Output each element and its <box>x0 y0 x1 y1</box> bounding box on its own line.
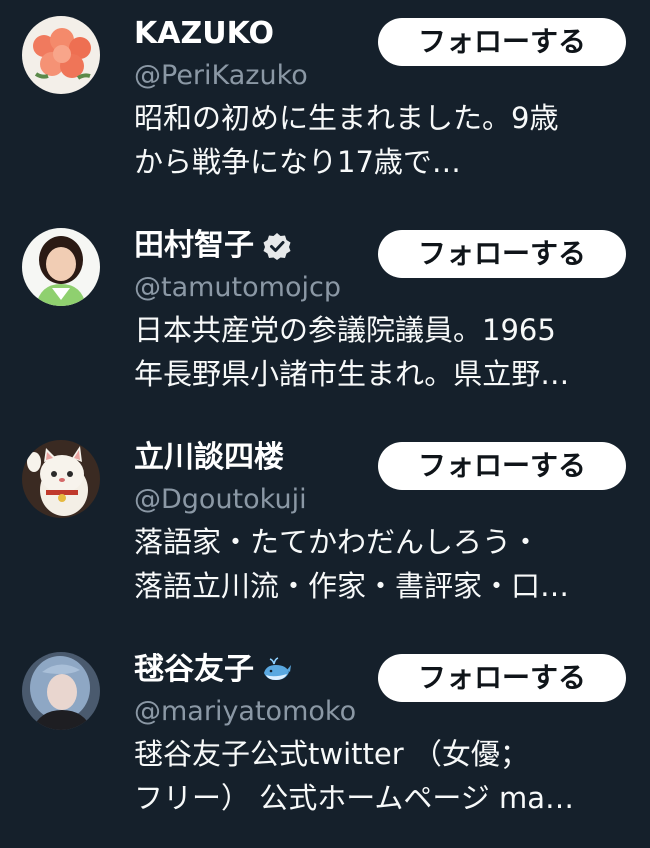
display-name-row: 立川談四楼 <box>134 438 284 478</box>
display-name-row: 毬谷友子 <box>134 650 292 690</box>
bio-line: 日本共産党の参議院議員。1965 <box>134 313 556 347</box>
bio-line: フリー） 公式ホームページ ma… <box>134 781 575 815</box>
bio-line: 落語立川流・作家・書評家・口… <box>134 569 570 603</box>
bio-line: 毬谷友子公式twitter （女優； <box>134 737 529 771</box>
avatar[interactable] <box>22 652 100 730</box>
bio-line: 年長野県小諸市生まれ。県立野… <box>134 357 570 391</box>
avatar[interactable] <box>22 228 100 306</box>
user-handle[interactable]: @mariyatomoko <box>134 694 356 730</box>
portrait-avatar <box>22 228 100 306</box>
avatar[interactable] <box>22 16 100 94</box>
user-suggestion-item[interactable]: KAZUKO @PeriKazuko 昭和の初めに生まれました。9歳 から戦争に… <box>0 0 650 212</box>
verified-badge-icon <box>262 231 292 261</box>
rose-bouquet-avatar <box>22 16 100 94</box>
display-name-row: KAZUKO <box>134 14 274 54</box>
display-name[interactable]: 立川談四楼 <box>134 438 284 478</box>
follow-button[interactable]: フォローする <box>378 18 626 66</box>
user-bio: 落語家・たてかわだんしろう・ 落語立川流・作家・書評家・口… <box>134 520 634 608</box>
bio-line: 昭和の初めに生まれました。9歳 <box>134 101 559 135</box>
display-name[interactable]: KAZUKO <box>134 14 274 54</box>
follow-button[interactable]: フォローする <box>378 654 626 702</box>
display-name-row: 田村智子 <box>134 226 292 266</box>
user-suggestion-item[interactable]: 田村智子 @tamutomojcp 日本共産党の参議院議員。1965 年長野県小… <box>0 212 650 424</box>
user-bio: 毬谷友子公式twitter （女優； フリー） 公式ホームページ ma… <box>134 732 634 820</box>
follow-button[interactable]: フォローする <box>378 230 626 278</box>
user-handle[interactable]: @tamutomojcp <box>134 270 341 306</box>
bio-line: 落語家・たてかわだんしろう・ <box>134 525 541 559</box>
user-suggestion-item[interactable]: 立川談四楼 @Dgoutokuji 落語家・たてかわだんしろう・ 落語立川流・作… <box>0 424 650 636</box>
user-bio: 昭和の初めに生まれました。9歳 から戦争になり17歳で… <box>134 96 634 184</box>
user-suggestion-item[interactable]: 毬谷友子 @mariyatomoko 毬谷友子公式twitter （女優； フリ… <box>0 636 650 848</box>
avatar[interactable] <box>22 440 100 518</box>
display-name[interactable]: 毬谷友子 <box>134 650 254 690</box>
user-bio: 日本共産党の参議院議員。1965 年長野県小諸市生まれ。県立野… <box>134 308 634 396</box>
user-handle[interactable]: @PeriKazuko <box>134 58 308 94</box>
user-handle[interactable]: @Dgoutokuji <box>134 482 307 518</box>
whale-emoji-icon <box>262 655 292 685</box>
display-name[interactable]: 田村智子 <box>134 226 254 266</box>
portrait-blue-hair-avatar <box>22 652 100 730</box>
follow-button[interactable]: フォローする <box>378 442 626 490</box>
bio-line: から戦争になり17歳で… <box>134 145 461 179</box>
maneki-neko-avatar <box>22 440 100 518</box>
